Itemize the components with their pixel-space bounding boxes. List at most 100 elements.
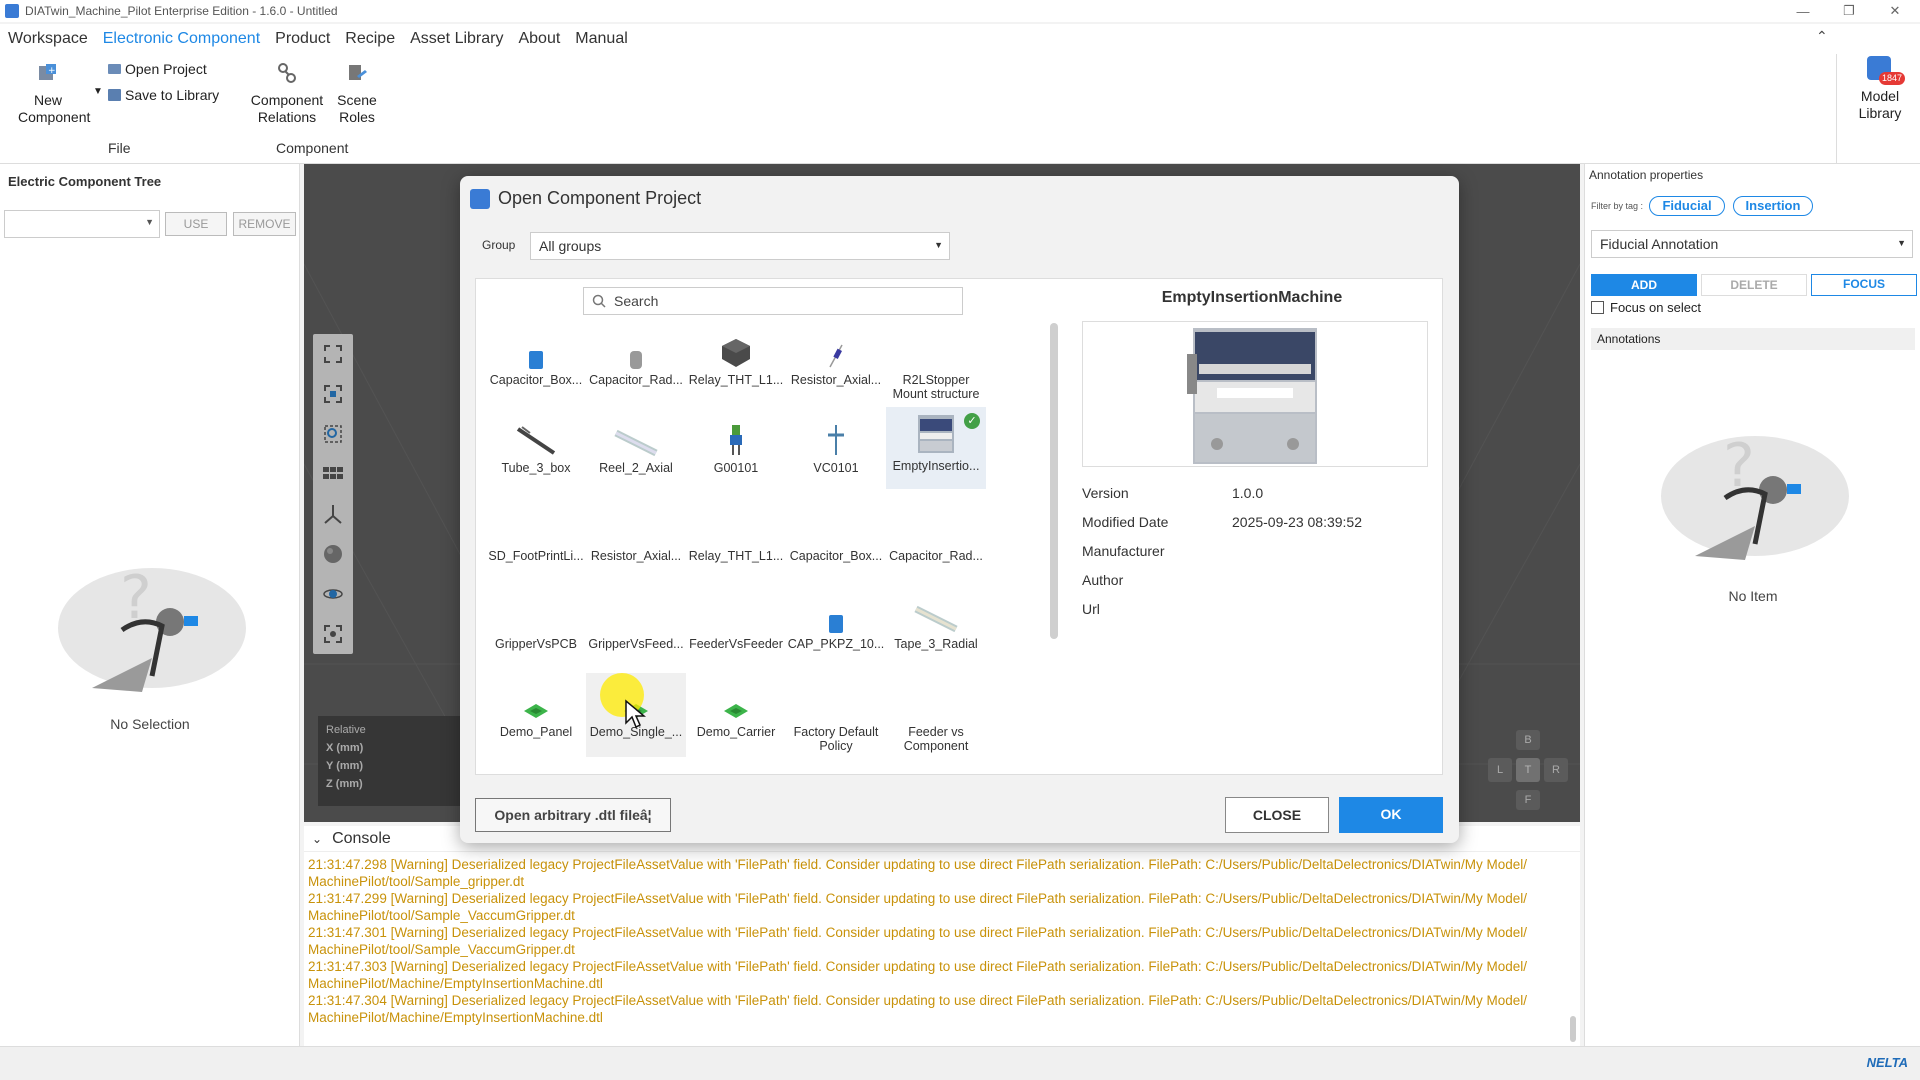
ribbon: + New Component ▼ Open Project Save to L…	[0, 54, 1920, 164]
menu-workspace[interactable]: Workspace	[0, 30, 95, 48]
tile-label: Capacitor_Box...	[489, 373, 583, 387]
open-arbitrary-button[interactable]: Open arbitrary .dtl fileâ¦	[475, 798, 671, 832]
save-to-library-button[interactable]: Save to Library	[108, 87, 219, 103]
component-tile[interactable]: Resistor_Axial...	[586, 497, 686, 581]
scene-roles-button[interactable]: Scene Roles	[334, 62, 380, 126]
menu-manual[interactable]: Manual	[567, 30, 634, 48]
menu-recipe[interactable]: Recipe	[337, 30, 402, 48]
component-tile[interactable]: Demo_Carrier	[686, 673, 786, 757]
component-tile[interactable]: Capacitor_Box...	[786, 497, 886, 581]
component-tile[interactable]: Demo_Panel	[486, 673, 586, 757]
component-tile[interactable]: Reel_2_Axial	[586, 409, 686, 493]
scene-roles-label: Scene Roles	[337, 92, 377, 125]
component-tile[interactable]: Relay_THT_L1...	[686, 321, 786, 405]
tile-label: FeederVsFeeder	[689, 637, 783, 651]
component-tile[interactable]: Factory Default Policy	[786, 673, 886, 757]
component-tile[interactable]: SD_FootPrintLi...	[486, 497, 586, 581]
focus-on-select-row[interactable]: Focus on select	[1591, 300, 1701, 315]
component-relations-button[interactable]: Component Relations	[244, 62, 330, 126]
console-title: Console	[332, 829, 391, 847]
component-tile[interactable]: Capacitor_Rad...	[586, 321, 686, 405]
open-project-label: Open Project	[125, 61, 207, 77]
tile-label: Capacitor_Rad...	[589, 373, 683, 387]
component-tile[interactable]: Feeder vs Component	[886, 673, 986, 757]
component-browser: Search Capacitor_Box... Capacitor_Rad...…	[475, 278, 1443, 775]
component-tile[interactable]: R2LStopper Mount structure	[886, 321, 986, 405]
console-log: 21:31:47.298 [Warning] Deserialized lega…	[304, 852, 1580, 1026]
minimize-button[interactable]: —	[1780, 0, 1826, 22]
brand-logo: NELTA	[1866, 1055, 1908, 1070]
collapse-ribbon-icon[interactable]: ⌃	[1816, 28, 1828, 45]
component-tile[interactable]: Resistor_Axial...	[786, 321, 886, 405]
component-tile[interactable]: GripperVsPCB	[486, 585, 586, 669]
component-tile-selected[interactable]: EmptyInsertio... ✓	[886, 407, 986, 489]
component-tree-title: Electric Component Tree	[8, 174, 162, 189]
tile-label: Demo_Panel	[499, 725, 573, 739]
tube-icon	[486, 409, 586, 461]
model-library-icon: 1847	[1863, 54, 1906, 88]
tag-insertion[interactable]: Insertion	[1733, 196, 1813, 216]
component-tile[interactable]: Tape_3_Radial	[886, 585, 986, 669]
new-component-dropdown-icon[interactable]: ▼	[93, 86, 103, 97]
annotations-header: Annotations	[1591, 328, 1915, 350]
component-tile[interactable]: CAP_PKPZ_10...	[786, 585, 886, 669]
machine-preview-icon	[1187, 328, 1317, 464]
status-bar: NELTA	[0, 1046, 1920, 1080]
focus-button[interactable]: FOCUS	[1811, 274, 1917, 296]
component-relations-label: Component Relations	[250, 92, 324, 125]
component-tile[interactable]: G00101	[686, 409, 786, 493]
svg-text:+: +	[48, 66, 56, 76]
remove-button[interactable]: REMOVE	[233, 212, 296, 236]
app-icon	[5, 4, 19, 18]
group-select[interactable]: All groups ▼	[530, 232, 950, 260]
tag-fiducial[interactable]: Fiducial	[1649, 196, 1725, 216]
component-select[interactable]: ▼	[4, 210, 160, 238]
group-select-value: All groups	[539, 238, 602, 254]
relations-icon	[278, 63, 296, 83]
component-tile[interactable]: Capacitor_Rad...	[886, 497, 986, 581]
ribbon-divider	[1836, 54, 1837, 164]
new-component-button[interactable]: + New Component	[8, 62, 90, 126]
use-button[interactable]: USE	[165, 212, 227, 236]
menu-asset-library[interactable]: Asset Library	[402, 30, 510, 48]
dialog-app-icon	[470, 188, 490, 209]
focus-on-select-checkbox[interactable]	[1591, 301, 1604, 314]
component-tile[interactable]: Capacitor_Box...	[486, 321, 586, 405]
tile-label: VC0101	[813, 461, 859, 475]
ok-button[interactable]: OK	[1339, 797, 1443, 833]
component-tile[interactable]: FeederVsFeeder	[686, 585, 786, 669]
chevron-down-icon: ▼	[145, 217, 154, 227]
folder-icon	[108, 64, 121, 74]
menu-electronic-component[interactable]: Electronic Component	[95, 30, 267, 48]
console-scrollbar[interactable]	[1570, 1016, 1576, 1042]
restore-button[interactable]: ❐	[1826, 0, 1872, 22]
component-tile[interactable]: Relay_THT_L1...	[686, 497, 786, 581]
tile-label: Relay_THT_L1...	[688, 373, 784, 387]
group-label-component: Component	[276, 140, 349, 156]
focus-on-select-label: Focus on select	[1610, 300, 1702, 315]
tile-label: Tube_3_box	[501, 461, 571, 475]
delete-button[interactable]: DELETE	[1701, 274, 1807, 296]
group-label-file: File	[108, 140, 131, 156]
menu-about[interactable]: About	[510, 30, 567, 48]
scene-roles-icon	[349, 65, 367, 80]
menu-product[interactable]: Product	[267, 30, 337, 48]
open-project-button[interactable]: Open Project	[108, 61, 207, 77]
component-grid: Capacitor_Box... Capacitor_Rad... Relay_…	[476, 321, 1056, 771]
relay-icon	[686, 321, 786, 373]
tile-label: Tape_3_Radial	[894, 637, 978, 651]
search-box[interactable]: Search	[583, 287, 963, 315]
model-library-button[interactable]: 1847 Model Library	[1840, 54, 1920, 122]
component-tile[interactable]: GripperVsFeed...	[586, 585, 686, 669]
annotation-type-select[interactable]: Fiducial Annotation ▼	[1591, 230, 1913, 258]
close-window-button[interactable]: ✕	[1872, 0, 1918, 22]
console-panel: ⌄ Console 21:31:47.298 [Warning] Deseria…	[304, 826, 1580, 1046]
window-title: DIATwin_Machine_Pilot Enterprise Edition…	[25, 4, 338, 18]
tile-label: Resistor_Axial...	[790, 373, 882, 387]
component-tile[interactable]: Tube_3_box	[486, 409, 586, 493]
grid-scrollbar[interactable]	[1050, 323, 1058, 639]
close-button[interactable]: CLOSE	[1225, 797, 1329, 833]
add-button[interactable]: ADD	[1591, 274, 1697, 296]
component-tile[interactable]: VC0101	[786, 409, 886, 493]
model-library-label: Model Library	[1858, 88, 1902, 121]
